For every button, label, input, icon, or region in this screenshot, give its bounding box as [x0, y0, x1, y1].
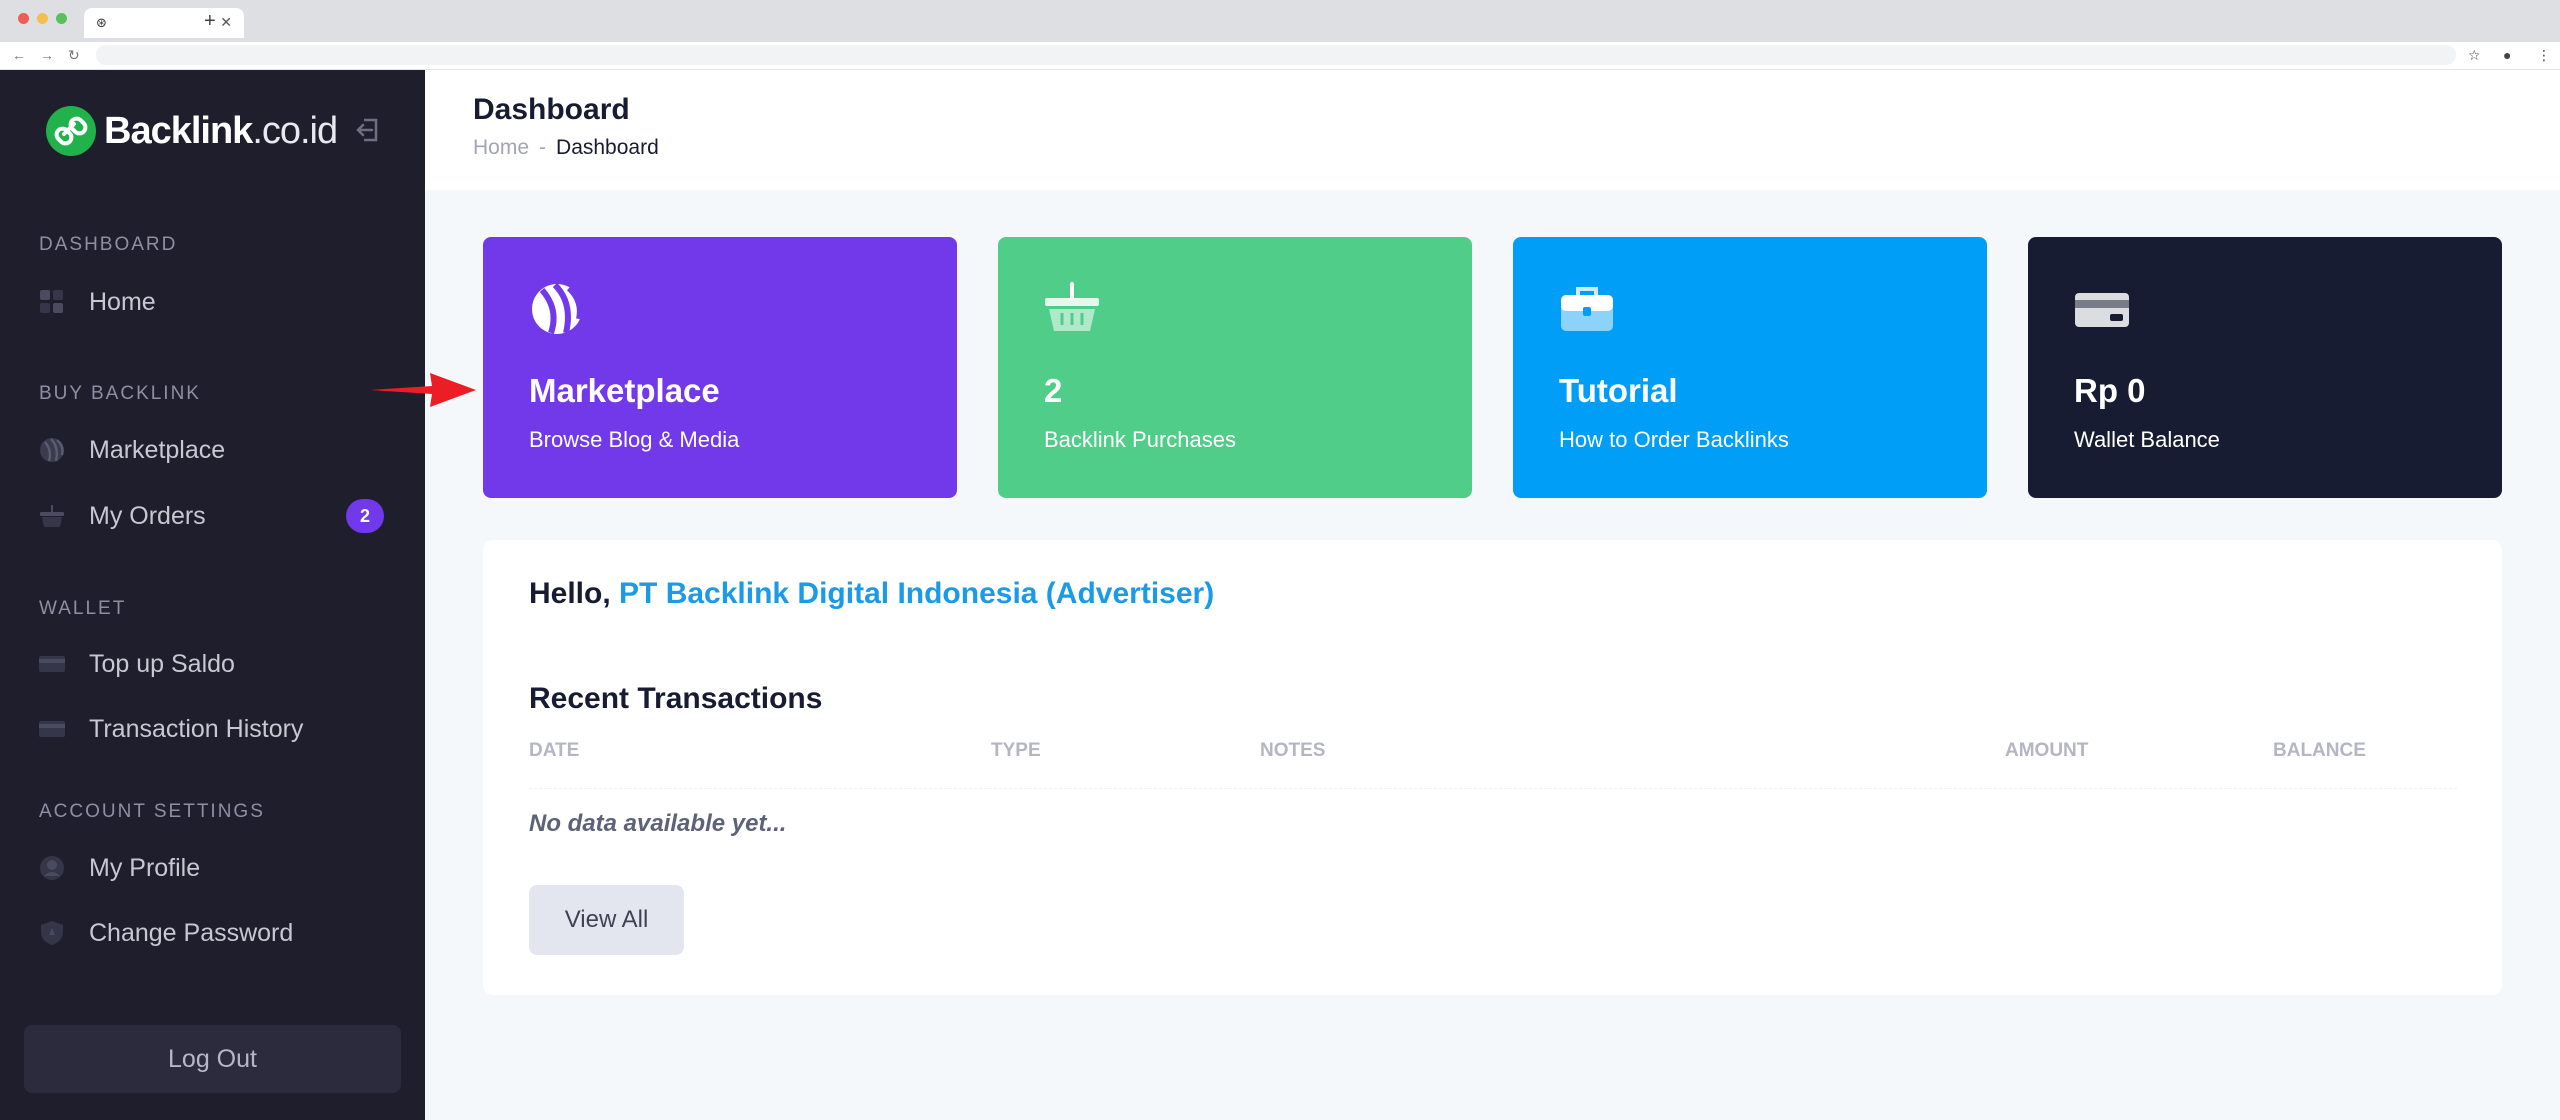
card-subtitle: How to Order Backlinks [1559, 427, 1789, 452]
breadcrumb-current: Dashboard [556, 136, 659, 159]
recent-transactions-title: Recent Transactions [529, 682, 823, 715]
card-icon [38, 715, 66, 743]
sidebar-item-label: Marketplace [89, 435, 226, 464]
user-icon [38, 854, 66, 882]
forward-icon[interactable]: → [40, 46, 54, 64]
card-title: Tutorial [1559, 372, 1678, 409]
sidebar-item-top-up-saldo[interactable]: Top up Saldo [38, 641, 398, 687]
basket-icon [38, 502, 66, 530]
sidebar-item-my-profile[interactable]: My Profile [38, 845, 398, 891]
dashboard-panel: Hello, PT Backlink Digital Indonesia (Ad… [483, 540, 2502, 995]
backlink-logo-icon [46, 106, 96, 156]
collapse-sidebar-icon[interactable] [352, 114, 384, 146]
sidebar-item-label: My Orders [89, 501, 206, 530]
red-arrow-icon [368, 370, 478, 415]
purchases-count: 2 [1044, 372, 1063, 409]
grid-icon [38, 288, 66, 316]
user-name: PT Backlink Digital Indonesia (Advertise… [619, 577, 1215, 610]
breadcrumb-separator: - [539, 136, 547, 159]
back-icon[interactable]: ← [12, 46, 26, 64]
logo-text: Backlink.co.id [104, 109, 338, 152]
breadcrumb-home-link[interactable]: Home [473, 136, 529, 160]
briefcase-icon [1559, 281, 1615, 337]
card-subtitle: Wallet Balance [2074, 427, 2220, 452]
empty-state-text: No data available yet... [529, 810, 787, 837]
sidebar-item-label: My Profile [89, 853, 201, 882]
favicon-icon: ⊛ [96, 15, 107, 30]
marketplace-card[interactable]: Marketplace Browse Blog & Media [483, 237, 957, 498]
section-title-account-settings: ACCOUNT SETTINGS [39, 801, 265, 822]
address-bar[interactable] [96, 45, 2456, 65]
ball-icon [38, 436, 66, 464]
reload-icon[interactable]: ↻ [68, 46, 80, 64]
backlink-purchases-card[interactable]: 2 Backlink Purchases [998, 237, 1472, 498]
card-icon [38, 650, 66, 678]
view-all-button[interactable]: View All [529, 885, 684, 955]
breadcrumb: Home - Dashboard [473, 136, 659, 160]
card-subtitle: Browse Blog & Media [529, 427, 740, 452]
browser-tab[interactable]: ⊛ ✕ [84, 8, 244, 38]
browser-toolbar: ← → ↻ ☆ ● ⋮ [0, 42, 2560, 70]
sidebar-item-marketplace[interactable]: Marketplace [38, 427, 398, 473]
column-header-notes: NOTES [1260, 740, 1326, 761]
profile-icon[interactable]: ● [2503, 46, 2511, 64]
orders-count-badge: 2 [346, 499, 384, 533]
browser-tab-strip: ⊛ ✕ + [0, 0, 2560, 42]
logout-button[interactable]: Log Out [24, 1025, 401, 1093]
maximize-window-button[interactable] [56, 13, 67, 24]
page-title: Dashboard [473, 93, 630, 126]
sidebar-item-change-password[interactable]: Change Password [38, 910, 398, 956]
column-header-balance: BALANCE [2273, 740, 2366, 761]
greeting: Hello, PT Backlink Digital Indonesia (Ad… [529, 577, 1215, 610]
section-title-dashboard: DASHBOARD [39, 234, 178, 255]
close-window-button[interactable] [18, 13, 29, 24]
browser-menu-icon[interactable]: ⋮ [2537, 46, 2551, 64]
sidebar-item-label: Transaction History [89, 714, 304, 743]
sidebar-item-transaction-history[interactable]: Transaction History [38, 706, 398, 752]
column-header-type: TYPE [991, 740, 1041, 761]
new-tab-button[interactable]: + [204, 9, 216, 33]
table-divider [529, 788, 2457, 789]
sidebar-item-label: Change Password [89, 918, 294, 947]
tab-close-icon[interactable]: ✕ [220, 14, 232, 30]
wallet-balance-card[interactable]: Rp 0 Wallet Balance [2028, 237, 2502, 498]
sidebar-item-label: Home [89, 287, 156, 316]
page-header: Dashboard Home - Dashboard [425, 70, 2560, 190]
sidebar: Backlink.co.id DASHBOARD Home BUY BACKLI… [0, 70, 425, 1120]
wallet-balance-value: Rp 0 [2074, 372, 2146, 409]
credit-card-icon [2074, 281, 2130, 337]
sidebar-item-my-orders[interactable]: My Orders 2 [38, 493, 398, 539]
sidebar-item-label: Top up Saldo [89, 649, 235, 678]
column-header-amount: AMOUNT [2005, 740, 2089, 761]
card-subtitle: Backlink Purchases [1044, 427, 1236, 452]
logo[interactable]: Backlink.co.id [46, 106, 338, 156]
basket-icon [1044, 281, 1100, 337]
tutorial-card[interactable]: Tutorial How to Order Backlinks [1513, 237, 1987, 498]
section-title-buy-backlink: BUY BACKLINK [39, 383, 201, 404]
minimize-window-button[interactable] [37, 13, 48, 24]
card-title: Marketplace [529, 372, 720, 409]
ball-icon [529, 281, 585, 337]
sidebar-item-home[interactable]: Home [38, 279, 398, 325]
shield-icon [38, 919, 66, 947]
column-header-date: DATE [529, 740, 580, 761]
section-title-wallet: WALLET [39, 598, 127, 619]
bookmark-star-icon[interactable]: ☆ [2468, 46, 2481, 64]
